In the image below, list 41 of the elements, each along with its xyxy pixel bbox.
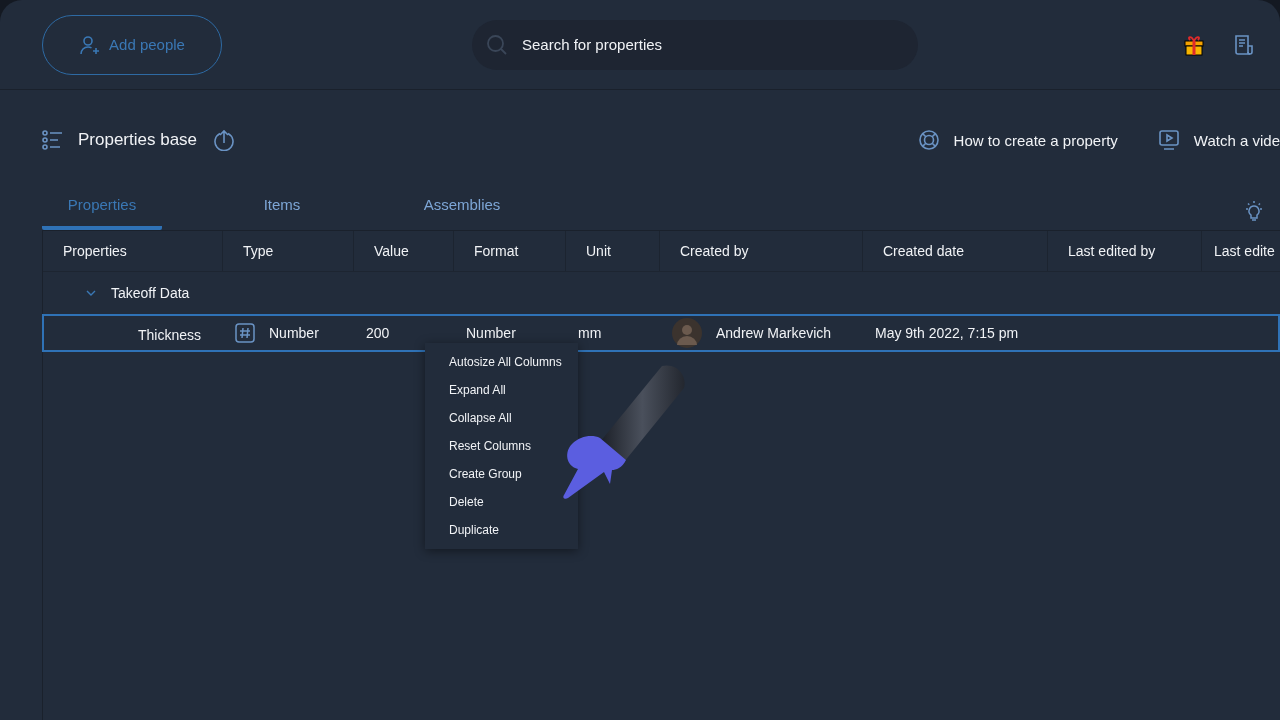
- column-header[interactable]: Unit: [586, 243, 611, 259]
- property-name: Thickness: [138, 327, 202, 343]
- type-cell: Number: [269, 325, 319, 341]
- value-cell: 200: [366, 325, 390, 341]
- avatar-icon: [672, 318, 702, 348]
- search-field[interactable]: Search for properties: [472, 19, 918, 70]
- created-date: May 9th 2022, 7:15 pm: [875, 325, 1019, 341]
- group-name: Takeoff Data: [111, 285, 190, 301]
- menu-item[interactable]: Expand All: [425, 376, 506, 404]
- column-header[interactable]: Last edited by: [1068, 243, 1156, 259]
- menu-item[interactable]: Duplicate: [425, 516, 500, 544]
- column-header[interactable]: Created date: [883, 243, 964, 259]
- format-cell: Number: [466, 325, 516, 341]
- table-row[interactable]: Thickness Number 200 Number mm Andrew Markevich May 9th 2022, 7:15 pm: [42, 314, 1280, 352]
- menu-item[interactable]: Delete: [425, 488, 484, 516]
- menu-item[interactable]: Create Group: [425, 460, 522, 488]
- upload-icon[interactable]: [213, 129, 236, 151]
- list-icon[interactable]: [42, 130, 64, 150]
- hash-icon: [235, 323, 255, 343]
- person-plus-icon: [79, 33, 102, 56]
- menu-item[interactable]: Collapse All: [425, 404, 512, 432]
- creator-name: Andrew Markevich: [716, 325, 832, 341]
- lifebuoy-icon: [917, 129, 940, 151]
- gift-icon[interactable]: [1184, 33, 1204, 56]
- tab[interactable]: Assemblies: [402, 190, 522, 230]
- search-icon: [486, 33, 508, 56]
- column-header[interactable]: Format: [474, 243, 519, 259]
- column-header[interactable]: Last edite: [1214, 243, 1275, 259]
- column-header[interactable]: Value: [374, 243, 409, 259]
- help-link[interactable]: How to create a property: [917, 129, 1118, 151]
- column-header[interactable]: Created by: [680, 243, 749, 259]
- lightbulb-icon[interactable]: [1243, 200, 1265, 222]
- video-link[interactable]: Watch a vide: [1157, 129, 1280, 151]
- unit-cell: mm: [578, 325, 602, 341]
- menu-item[interactable]: Reset Columns: [425, 432, 532, 460]
- document-icon[interactable]: [1234, 33, 1254, 56]
- column-header[interactable]: Properties: [63, 243, 127, 259]
- page-title: Properties base: [78, 130, 198, 150]
- video-icon: [1157, 129, 1180, 151]
- column-header[interactable]: Type: [243, 243, 274, 259]
- tab[interactable]: Items: [222, 190, 342, 230]
